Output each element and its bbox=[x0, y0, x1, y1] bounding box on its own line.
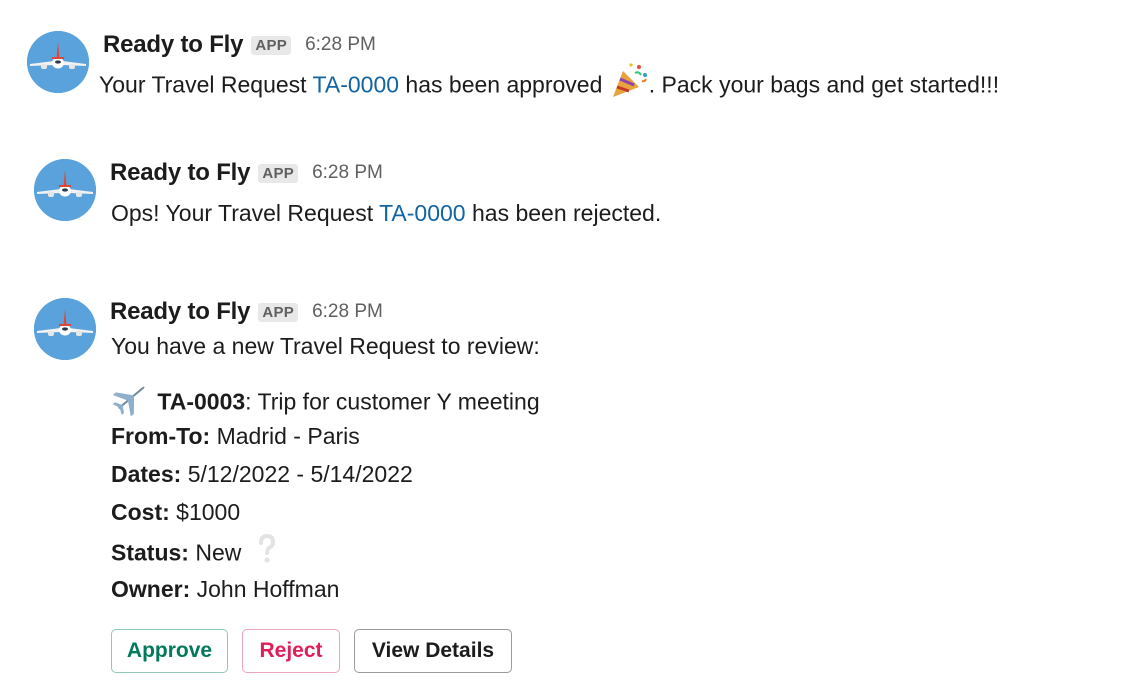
owner-row: Owner: John Hoffman bbox=[111, 574, 339, 604]
airplane-avatar-icon bbox=[34, 298, 96, 360]
message-text: Ops! Your Travel Request TA-0000 has bee… bbox=[111, 198, 661, 228]
app-badge: APP bbox=[258, 302, 299, 322]
sender-name[interactable]: Ready to Fly bbox=[110, 298, 251, 326]
dates-label: Dates: bbox=[111, 461, 182, 487]
owner-value: John Hoffman bbox=[190, 576, 340, 602]
message-timestamp[interactable]: 6:28 PM bbox=[312, 162, 383, 184]
status-label: Status: bbox=[111, 539, 189, 566]
from-to-value: Madrid - Paris bbox=[210, 423, 360, 449]
message-timestamp[interactable]: 6:28 PM bbox=[312, 301, 383, 323]
app-badge: APP bbox=[258, 163, 299, 183]
status-value: New bbox=[188, 539, 242, 566]
airplane-avatar-icon bbox=[27, 31, 89, 93]
request-link[interactable]: TA-0000 bbox=[313, 72, 400, 98]
message-text-part: . Pack your bags and get started!!! bbox=[648, 71, 1000, 98]
view-details-button[interactable]: View Details bbox=[354, 629, 512, 673]
dates-value: 5/12/2022 - 5/14/2022 bbox=[181, 461, 413, 487]
reject-button[interactable]: Reject bbox=[242, 629, 340, 673]
request-link[interactable]: TA-0000 bbox=[379, 200, 466, 226]
message-text: Your Travel Request TA-0000 has been app… bbox=[99, 61, 1000, 109]
airplane-icon bbox=[111, 380, 151, 423]
message-timestamp[interactable]: 6:28 PM bbox=[305, 34, 376, 56]
from-to-label: From-To: bbox=[111, 423, 211, 449]
review-intro: You have a new Travel Request to review: bbox=[111, 333, 540, 359]
from-to-row: From-To: Madrid - Paris bbox=[111, 421, 360, 451]
app-badge: APP bbox=[251, 35, 292, 55]
app-avatar[interactable] bbox=[34, 298, 96, 360]
status-row: Status: New bbox=[111, 533, 276, 573]
dates-row: Dates: 5/12/2022 - 5/14/2022 bbox=[111, 459, 413, 489]
party-popper-icon bbox=[609, 61, 649, 106]
message-text-part: Ops! Your Travel Request bbox=[111, 200, 380, 226]
request-title: : Trip for customer Y meeting bbox=[245, 388, 540, 415]
white-question-mark-icon bbox=[258, 533, 276, 571]
approve-button[interactable]: Approve bbox=[111, 629, 228, 673]
request-title-line: TA-0003: Trip for customer Y meeting bbox=[111, 382, 540, 425]
sender-name[interactable]: Ready to Fly bbox=[103, 31, 244, 59]
cost-value: $1000 bbox=[169, 499, 241, 525]
app-avatar[interactable] bbox=[34, 159, 96, 221]
request-id: TA-0003 bbox=[157, 388, 246, 415]
app-avatar[interactable] bbox=[27, 31, 89, 93]
airplane-avatar-icon bbox=[34, 159, 96, 221]
message-text-part: has been approved bbox=[399, 71, 609, 98]
cost-row: Cost: $1000 bbox=[111, 497, 240, 527]
message-text-part: has been rejected. bbox=[465, 200, 662, 226]
sender-name[interactable]: Ready to Fly bbox=[110, 159, 251, 187]
cost-label: Cost: bbox=[111, 499, 170, 525]
owner-label: Owner: bbox=[111, 576, 191, 602]
message-text-part: Your Travel Request bbox=[99, 71, 313, 98]
